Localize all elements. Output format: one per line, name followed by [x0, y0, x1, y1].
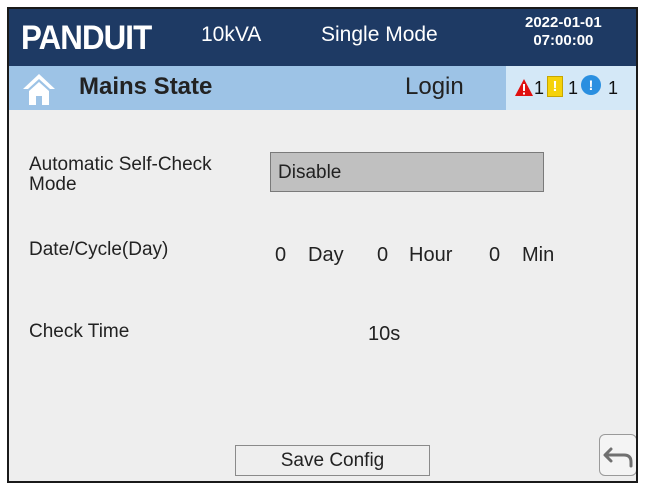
warning-count: 1	[568, 78, 579, 98]
day-value[interactable]: 0	[275, 244, 286, 267]
date-text: 2022-01-01	[525, 14, 602, 31]
hour-unit: Hour	[409, 244, 453, 266]
save-config-button[interactable]: Save Config	[235, 445, 430, 476]
home-icon[interactable]	[21, 71, 57, 107]
ups-screen: PANDUIT 10kVA Single Mode 2022-01-01 07:…	[7, 7, 638, 483]
day-unit: Day	[308, 244, 344, 266]
check-time-value[interactable]: 10s	[368, 323, 400, 346]
self-check-label-line2: Mode	[29, 174, 77, 195]
header-bar: PANDUIT 10kVA Single Mode 2022-01-01 07:…	[9, 9, 636, 66]
min-value[interactable]: 0	[489, 244, 500, 267]
power-rating: 10kVA	[201, 23, 262, 46]
alarm-summary[interactable]: 1 ! 1 ! 1	[506, 66, 636, 110]
back-button[interactable]	[599, 434, 636, 476]
check-time-label: Check Time	[29, 321, 130, 342]
self-check-mode-select[interactable]: Disable	[270, 152, 544, 192]
login-button[interactable]: Login	[405, 73, 464, 101]
hour-value[interactable]: 0	[377, 244, 388, 267]
self-check-mode-label: Automatic Self-Check Mode	[29, 155, 212, 195]
date-cycle-label: Date/Cycle(Day)	[29, 239, 169, 260]
info-circle-icon: !	[581, 75, 601, 95]
system-state: Mains State	[79, 73, 213, 100]
time-text: 07:00:00	[533, 32, 594, 49]
operating-mode: Single Mode	[321, 23, 438, 46]
warning-triangle-icon	[515, 79, 533, 96]
back-arrow-icon	[603, 447, 633, 468]
status-bar: Mains State Login 1 ! 1 ! 1	[9, 66, 636, 110]
self-check-label-line1: Automatic Self-Check	[29, 154, 212, 175]
min-unit: Min	[522, 244, 555, 266]
info-count: 1	[608, 78, 619, 98]
brand-logo: PANDUIT	[21, 19, 152, 57]
critical-count: 1	[534, 78, 545, 98]
warning-square-icon: !	[547, 76, 563, 97]
datetime: 2022-01-01 07:00:00	[525, 14, 602, 50]
